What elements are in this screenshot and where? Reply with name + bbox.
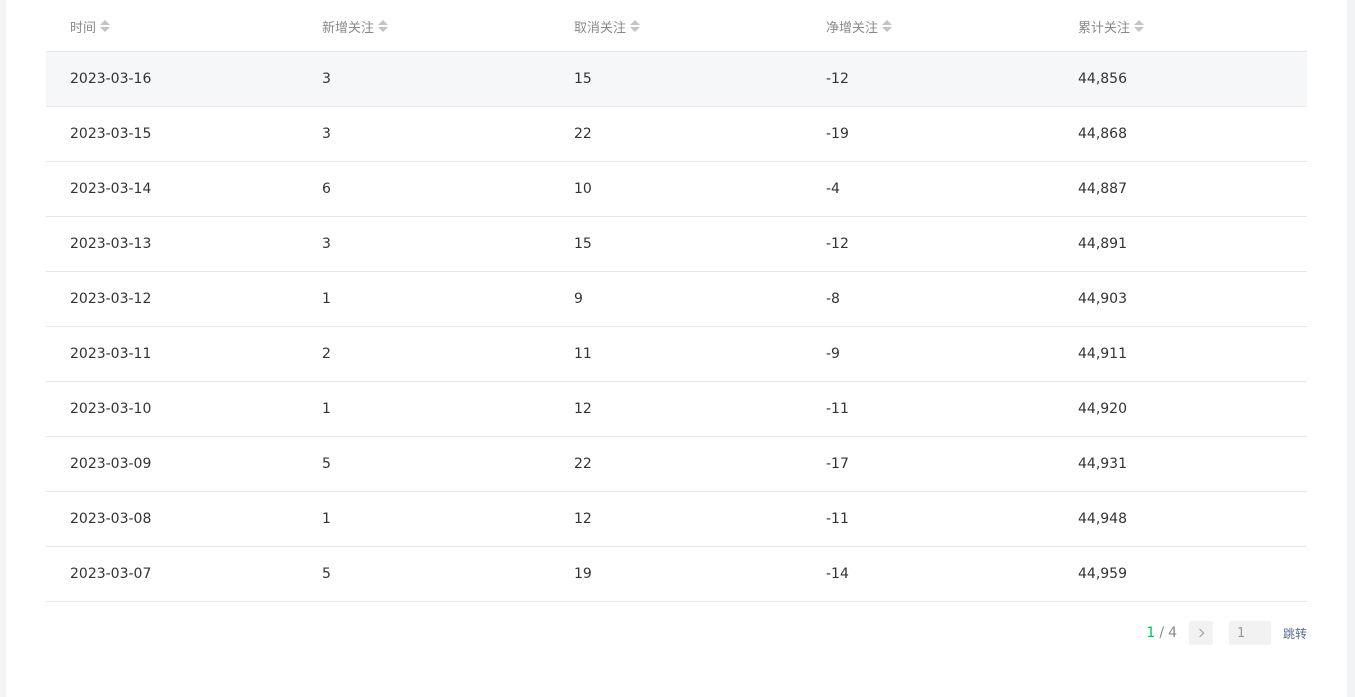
cell-unfollows: 12	[574, 511, 592, 527]
cell-unfollows: 22	[574, 126, 592, 142]
cell-new-follows: 3	[322, 236, 331, 252]
chevron-right-icon	[1195, 628, 1205, 638]
page-separator: /	[1159, 625, 1165, 641]
header-label: 新增关注	[322, 20, 375, 36]
table-row: 2023-03-11 2 11 -9 44,911	[46, 327, 1307, 382]
header-label: 取消关注	[574, 20, 627, 36]
header-label: 时间	[70, 20, 97, 36]
cell-net-follows: -11	[826, 401, 849, 417]
header-label: 累计关注	[1078, 20, 1131, 36]
cell-date: 2023-03-13	[70, 236, 152, 252]
sort-icon[interactable]	[378, 20, 389, 32]
table-row: 2023-03-10 1 12 -11 44,920	[46, 382, 1307, 437]
cell-date: 2023-03-16	[70, 71, 152, 87]
cell-total-follows: 44,931	[1078, 456, 1127, 472]
cell-total-follows: 44,868	[1078, 126, 1127, 142]
cell-date: 2023-03-11	[70, 346, 152, 362]
content-panel: 时间 新增关注 取消关注 净增关注 累计关注 2023-03-16 3 15 -…	[6, 0, 1347, 697]
cell-net-follows: -4	[826, 181, 840, 197]
cell-net-follows: -19	[826, 126, 849, 142]
table-row: 2023-03-13 3 15 -12 44,891	[46, 217, 1307, 272]
cell-net-follows: -8	[826, 291, 840, 307]
sort-header-new-follows[interactable]: 新增关注	[322, 0, 389, 52]
followers-table: 时间 新增关注 取消关注 净增关注 累计关注 2023-03-16 3 15 -…	[46, 0, 1307, 602]
cell-date: 2023-03-12	[70, 291, 152, 307]
sort-header-net-follows[interactable]: 净增关注	[826, 0, 893, 52]
sort-icon[interactable]	[100, 20, 111, 32]
cell-unfollows: 15	[574, 71, 592, 87]
cell-new-follows: 1	[322, 511, 331, 527]
table-row: 2023-03-12 1 9 -8 44,903	[46, 272, 1307, 327]
cell-new-follows: 5	[322, 456, 331, 472]
cell-unfollows: 11	[574, 346, 592, 362]
cell-unfollows: 12	[574, 401, 592, 417]
cell-date: 2023-03-09	[70, 456, 152, 472]
table-header: 时间 新增关注 取消关注 净增关注 累计关注	[46, 0, 1307, 52]
pagination: 1 / 4 跳转	[1146, 621, 1307, 645]
page-number-input[interactable]	[1228, 621, 1271, 645]
sort-icon[interactable]	[1134, 20, 1145, 32]
cell-total-follows: 44,948	[1078, 511, 1127, 527]
cell-new-follows: 6	[322, 181, 331, 197]
total-pages: 4	[1168, 625, 1177, 641]
current-page: 1	[1146, 625, 1156, 641]
cell-total-follows: 44,887	[1078, 181, 1127, 197]
jump-button[interactable]: 跳转	[1283, 625, 1307, 642]
sort-header-total-follows[interactable]: 累计关注	[1078, 0, 1145, 52]
cell-date: 2023-03-14	[70, 181, 152, 197]
cell-net-follows: -17	[826, 456, 849, 472]
cell-net-follows: -11	[826, 511, 849, 527]
cell-new-follows: 3	[322, 126, 331, 142]
table-row: 2023-03-16 3 15 -12 44,856	[46, 52, 1307, 107]
cell-unfollows: 15	[574, 236, 592, 252]
table-row: 2023-03-14 6 10 -4 44,887	[46, 162, 1307, 217]
cell-unfollows: 19	[574, 566, 592, 582]
cell-total-follows: 44,903	[1078, 291, 1127, 307]
cell-total-follows: 44,920	[1078, 401, 1127, 417]
cell-total-follows: 44,891	[1078, 236, 1127, 252]
cell-date: 2023-03-08	[70, 511, 152, 527]
sort-header-time[interactable]: 时间	[70, 0, 111, 52]
cell-net-follows: -14	[826, 566, 849, 582]
cell-new-follows: 5	[322, 566, 331, 582]
cell-date: 2023-03-07	[70, 566, 152, 582]
table-row: 2023-03-07 5 19 -14 44,959	[46, 547, 1307, 602]
cell-unfollows: 9	[574, 291, 583, 307]
cell-total-follows: 44,959	[1078, 566, 1127, 582]
cell-unfollows: 22	[574, 456, 592, 472]
sort-icon[interactable]	[882, 20, 893, 32]
cell-new-follows: 1	[322, 291, 331, 307]
table-row: 2023-03-09 5 22 -17 44,931	[46, 437, 1307, 492]
cell-new-follows: 1	[322, 401, 331, 417]
cell-net-follows: -12	[826, 236, 849, 252]
cell-new-follows: 3	[322, 71, 331, 87]
table-row: 2023-03-15 3 22 -19 44,868	[46, 107, 1307, 162]
cell-net-follows: -12	[826, 71, 849, 87]
sort-icon[interactable]	[630, 20, 641, 32]
header-label: 净增关注	[826, 20, 879, 36]
next-page-button[interactable]	[1188, 621, 1213, 645]
cell-unfollows: 10	[574, 181, 592, 197]
sort-header-unfollows[interactable]: 取消关注	[574, 0, 641, 52]
cell-total-follows: 44,856	[1078, 71, 1127, 87]
cell-date: 2023-03-10	[70, 401, 152, 417]
cell-date: 2023-03-15	[70, 126, 152, 142]
cell-new-follows: 2	[322, 346, 331, 362]
cell-net-follows: -9	[826, 346, 840, 362]
table-row: 2023-03-08 1 12 -11 44,948	[46, 492, 1307, 547]
cell-total-follows: 44,911	[1078, 346, 1127, 362]
